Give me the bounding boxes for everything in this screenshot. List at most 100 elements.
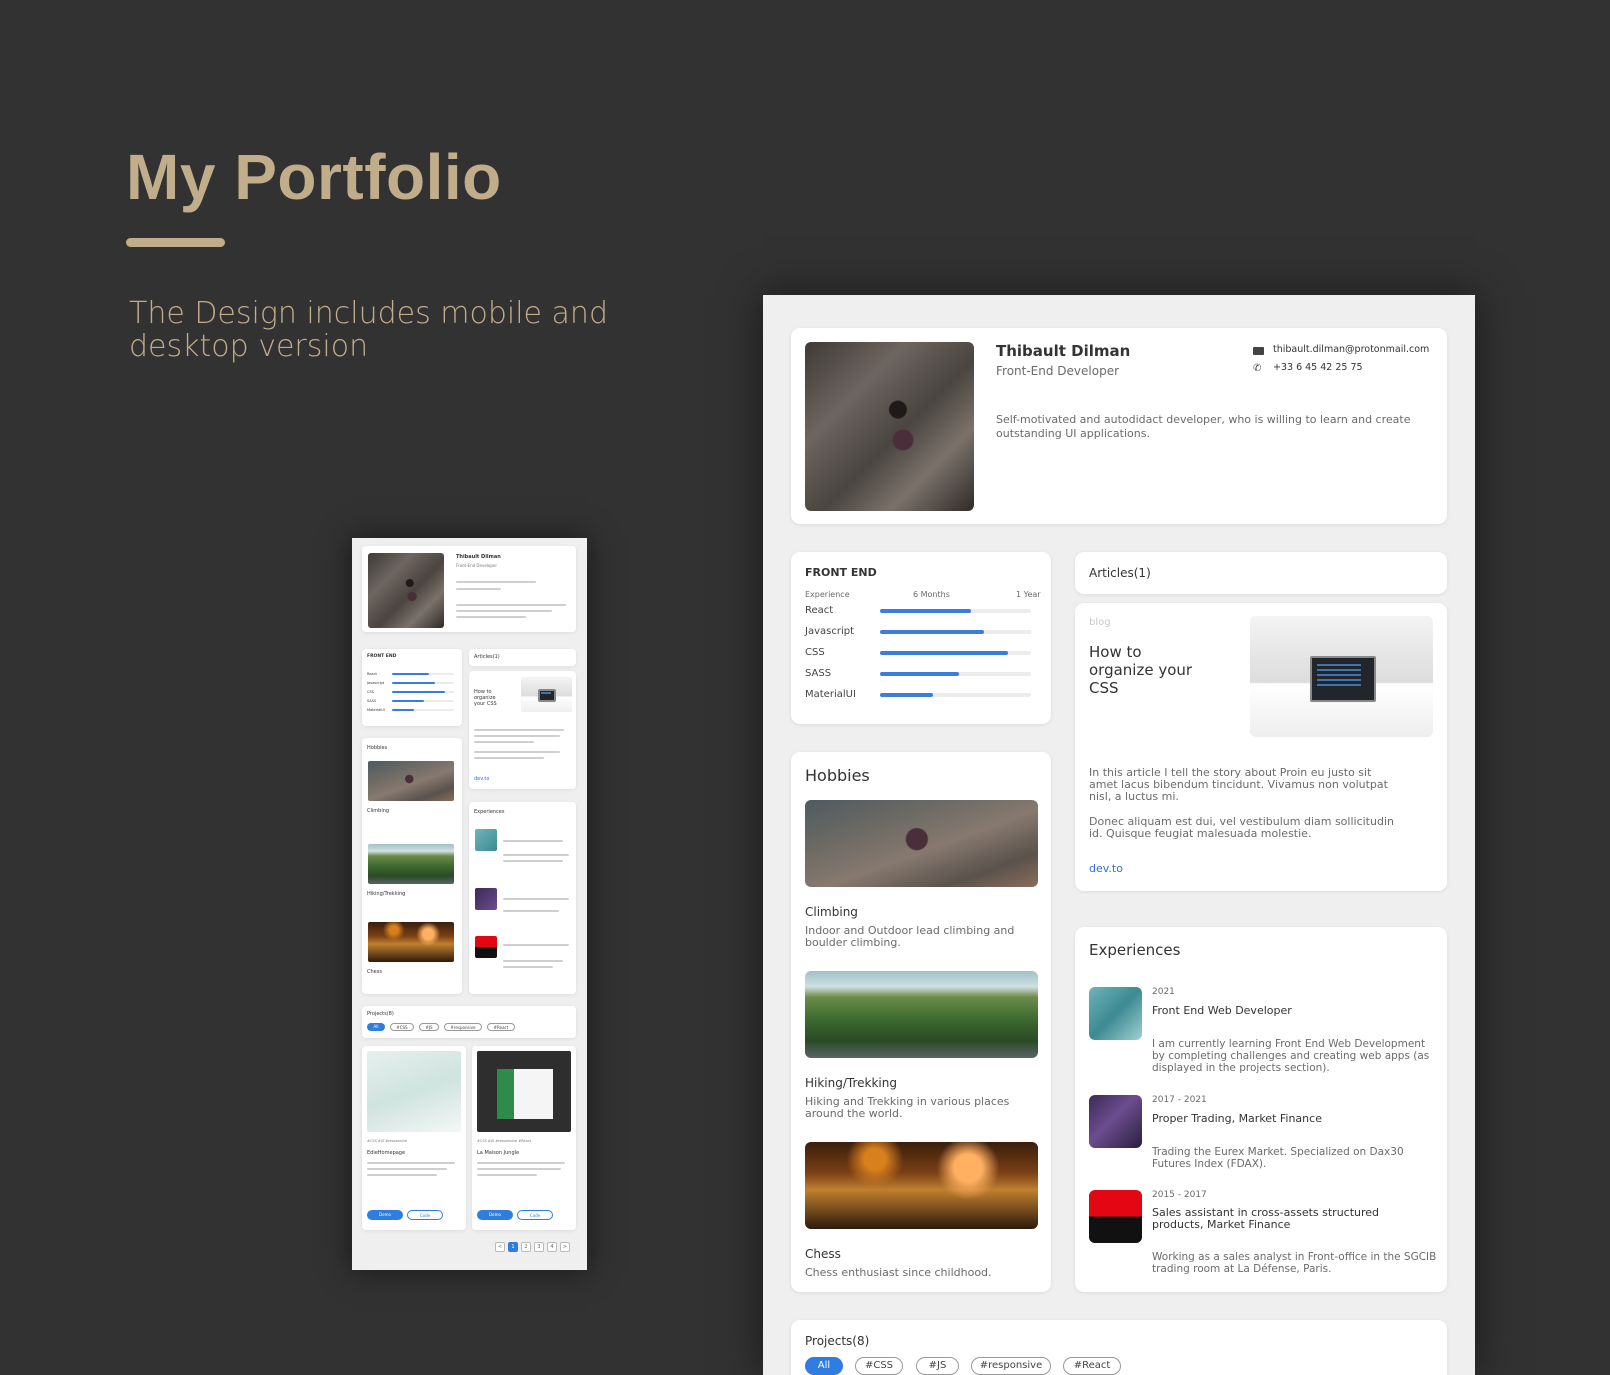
mobile-article-image bbox=[521, 677, 572, 712]
skill-label: CSS bbox=[805, 647, 825, 658]
mobile-project-tags: #CSS #JS #responsive bbox=[367, 1139, 408, 1143]
mail-icon bbox=[1253, 347, 1264, 355]
hero-underline bbox=[126, 238, 225, 247]
article-body-1: In this article I tell the story about P… bbox=[1089, 766, 1388, 803]
experience-title: Proper Trading, Market Finance bbox=[1152, 1112, 1322, 1125]
experience-logo bbox=[1089, 987, 1142, 1040]
article-title[interactable]: How to organize your CSS bbox=[1089, 643, 1209, 697]
filter-chip-responsive[interactable]: #responsive bbox=[971, 1357, 1051, 1375]
mobile-profile-bio bbox=[456, 610, 552, 612]
article-card: blog How to organize your CSS In this ar… bbox=[1075, 603, 1447, 891]
mobile-skill-label: Javascript bbox=[367, 681, 385, 685]
desktop-mockup: Thibault Dilman Front-End Developer thib… bbox=[763, 295, 1475, 1375]
hobby-image-climbing bbox=[805, 800, 1038, 887]
projects-card: Projects(8) All #CSS #JS #responsive #Re… bbox=[791, 1320, 1447, 1375]
hobby-name: Chess bbox=[805, 1247, 841, 1261]
mobile-article-card: How to organize your CSS dev.to bbox=[469, 671, 576, 789]
mobile-skill-label: React bbox=[367, 672, 377, 676]
mobile-page-button[interactable]: 4 bbox=[547, 1242, 557, 1252]
hero-subtitle: The Design includes mobile and desktop v… bbox=[129, 296, 608, 364]
hero-title: My Portfolio bbox=[126, 141, 502, 213]
mobile-skill-bar bbox=[392, 682, 454, 684]
article-tag: blog bbox=[1089, 617, 1111, 628]
mobile-skill-bar bbox=[392, 700, 454, 702]
filter-chip-css[interactable]: #CSS bbox=[855, 1357, 903, 1375]
profile-phone[interactable]: +33 6 45 42 25 75 bbox=[1273, 362, 1363, 373]
mobile-skill-bar-fill bbox=[392, 700, 425, 702]
mobile-experiences-title: Experiences bbox=[474, 809, 505, 815]
hobby-desc: Hiking and Trekking in various places ar… bbox=[805, 1095, 1010, 1120]
mobile-filter-chip[interactable]: #CSS bbox=[390, 1023, 414, 1031]
skill-bar-fill bbox=[880, 672, 959, 676]
mobile-article-body bbox=[474, 751, 560, 753]
mobile-filter-chip[interactable]: #React bbox=[487, 1023, 515, 1031]
mobile-page-button[interactable]: < bbox=[495, 1242, 505, 1252]
mobile-skill-bar-fill bbox=[392, 682, 435, 684]
mobile-mockup: Thibault Dilman Front-End Developer FRON… bbox=[352, 538, 587, 1270]
mobile-filter-all[interactable]: All bbox=[367, 1023, 385, 1031]
skill-label: React bbox=[805, 605, 834, 616]
skills-header-mid: 6 Months bbox=[913, 590, 950, 599]
experiences-title: Experiences bbox=[1089, 941, 1181, 959]
experience-title: Front End Web Developer bbox=[1152, 1004, 1292, 1017]
experience-logo bbox=[1089, 1095, 1142, 1148]
skill-label: MaterialUI bbox=[805, 689, 856, 700]
mobile-skill-bar-fill bbox=[392, 709, 414, 711]
mobile-hobby-name: Chess bbox=[367, 969, 382, 975]
skills-card: FRONT END Experience 6 Months 1 Year Rea… bbox=[791, 552, 1051, 724]
mobile-demo-button[interactable]: Demo bbox=[477, 1210, 513, 1220]
skill-bar bbox=[880, 651, 1031, 655]
mobile-page-button[interactable]: 3 bbox=[534, 1242, 544, 1252]
filter-chip-all[interactable]: All bbox=[805, 1357, 843, 1375]
mobile-experience-logo bbox=[475, 936, 497, 958]
experience-desc: Working as a sales analyst in Front-offi… bbox=[1152, 1251, 1437, 1275]
mobile-experience-logo bbox=[475, 888, 497, 910]
mobile-skill-bar bbox=[392, 673, 454, 675]
mobile-profile-role: Front-End Developer bbox=[456, 563, 498, 568]
article-link[interactable]: dev.to bbox=[1089, 862, 1123, 875]
hobby-image-hiking bbox=[805, 971, 1038, 1058]
mobile-page-button[interactable]: 2 bbox=[521, 1242, 531, 1252]
mobile-article-body bbox=[474, 757, 544, 759]
mobile-code-button[interactable]: Code bbox=[407, 1210, 443, 1220]
mobile-project-card: #CSS #JS #responsive EdieHomepage Demo C… bbox=[362, 1046, 466, 1230]
experience-logo bbox=[1089, 1190, 1142, 1243]
mobile-experiences-card: Experiences bbox=[469, 802, 576, 994]
mobile-hobby-image bbox=[368, 844, 454, 884]
mobile-page-button[interactable]: > bbox=[560, 1242, 570, 1252]
mobile-project-desc bbox=[367, 1174, 437, 1176]
filter-chip-js[interactable]: #JS bbox=[916, 1357, 959, 1375]
articles-header-card: Articles(1) bbox=[1075, 552, 1447, 594]
mobile-articles-header: Articles(1) bbox=[469, 649, 576, 666]
mobile-project-desc bbox=[367, 1162, 455, 1164]
filter-chip-react[interactable]: #React bbox=[1063, 1357, 1121, 1375]
mobile-demo-button[interactable]: Demo bbox=[367, 1210, 403, 1220]
mobile-experience-text bbox=[503, 860, 563, 862]
skills-title: FRONT END bbox=[805, 566, 877, 579]
mobile-filter-chip[interactable]: #JS bbox=[419, 1023, 439, 1031]
hobby-desc: Chess enthusiast since childhood. bbox=[805, 1266, 992, 1279]
mobile-skill-bar-fill bbox=[392, 673, 430, 675]
profile-email[interactable]: thibault.dilman@protonmail.com bbox=[1273, 344, 1429, 355]
skill-bar-fill bbox=[880, 609, 971, 613]
mobile-pagination: <1 2 3 4 > bbox=[495, 1242, 575, 1252]
mobile-hobby-image bbox=[368, 761, 454, 801]
mobile-filter-chip[interactable]: #responsive bbox=[444, 1023, 482, 1031]
experience-date: 2021 bbox=[1152, 987, 1175, 997]
mobile-article-link[interactable]: dev.to bbox=[474, 776, 489, 782]
skill-bar-fill bbox=[880, 630, 985, 634]
mobile-page-button[interactable]: 1 bbox=[508, 1242, 518, 1252]
mobile-profile-phone bbox=[456, 588, 501, 590]
mobile-skill-bar bbox=[392, 691, 454, 693]
mobile-hobby-name: Climbing bbox=[367, 808, 390, 814]
mobile-article-title[interactable]: How to organize your CSS bbox=[474, 689, 504, 707]
skill-label: SASS bbox=[805, 668, 832, 679]
mobile-project-desc bbox=[477, 1168, 561, 1170]
mobile-articles-title: Articles(1) bbox=[474, 654, 500, 660]
mobile-project-name: EdieHomepage bbox=[367, 1150, 406, 1156]
profile-photo bbox=[805, 342, 974, 511]
mobile-hobbies-title: Hobbies bbox=[367, 745, 388, 751]
mobile-experience-text bbox=[503, 854, 569, 856]
mobile-code-button[interactable]: Code bbox=[517, 1210, 553, 1220]
profile-name: Thibault Dilman bbox=[996, 342, 1131, 360]
